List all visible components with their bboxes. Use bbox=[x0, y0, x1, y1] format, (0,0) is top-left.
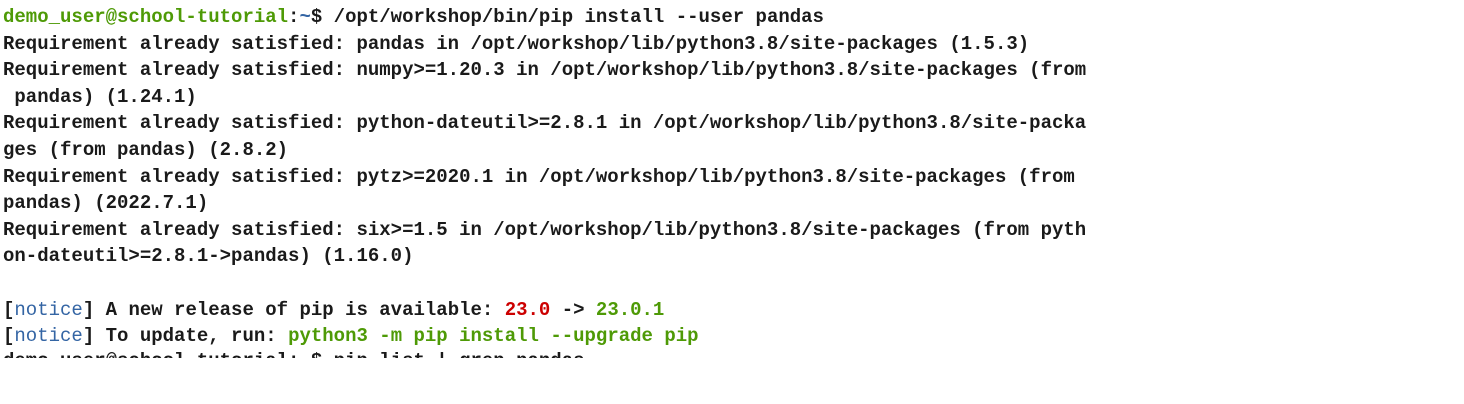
output-line: pandas) (2022.7.1) bbox=[3, 192, 209, 215]
notice-bracket-open: [ bbox=[3, 298, 15, 321]
prompt-user-host: demo_user@school-tutorial bbox=[3, 6, 289, 28]
notice-tag: notice bbox=[14, 298, 83, 321]
notice-bracket-close: ] bbox=[82, 325, 95, 348]
notice-line-release: [notice] A new release of pip is availab… bbox=[3, 297, 1464, 324]
notice-tag: notice bbox=[14, 325, 83, 348]
pip-old-version: 23.0 bbox=[504, 298, 551, 321]
prompt-colon: : bbox=[288, 6, 300, 28]
partially-visible-text: demo_user@school-tutorial:~$ pip list | … bbox=[3, 350, 1464, 358]
output-line: pandas) (1.24.1) bbox=[3, 85, 197, 108]
output-line: Requirement already satisfied: python-da… bbox=[3, 112, 1087, 135]
partially-visible-line: demo_user@school-tutorial:~$ pip list | … bbox=[3, 350, 1464, 358]
upgrade-command: python3 -m pip install --upgrade pip bbox=[288, 325, 699, 348]
output-line: Requirement already satisfied: six>=1.5 … bbox=[3, 218, 1087, 241]
version-arrow: -> bbox=[550, 298, 596, 321]
output-line: Requirement already satisfied: pytz>=202… bbox=[3, 165, 1087, 188]
notice-text: A new release of pip is available: bbox=[94, 298, 505, 321]
prompt-path: ~ bbox=[299, 6, 311, 28]
prompt-command: /opt/workshop/bin/pip install --user pan… bbox=[333, 6, 824, 28]
terminal-window[interactable]: demo_user@school-tutorial:~$ /opt/worksh… bbox=[0, 0, 1464, 404]
output-line: Requirement already satisfied: numpy>=1.… bbox=[3, 59, 1087, 82]
notice-text: To update, run: bbox=[94, 325, 289, 348]
notice-bracket-close: ] bbox=[82, 298, 95, 321]
output-line: ges (from pandas) (2.8.2) bbox=[3, 138, 289, 161]
notice-line-update: [notice] To update, run: python3 -m pip … bbox=[3, 323, 1464, 350]
pip-new-version: 23.0.1 bbox=[595, 298, 665, 321]
output-line: Requirement already satisfied: pandas in… bbox=[3, 32, 1030, 55]
prompt-line: demo_user@school-tutorial:~$ /opt/worksh… bbox=[3, 4, 1464, 31]
notice-bracket-open: [ bbox=[3, 325, 15, 348]
output-line: on-dateutil>=2.8.1->pandas) (1.16.0) bbox=[3, 245, 414, 268]
prompt-symbol: $ bbox=[310, 6, 334, 28]
